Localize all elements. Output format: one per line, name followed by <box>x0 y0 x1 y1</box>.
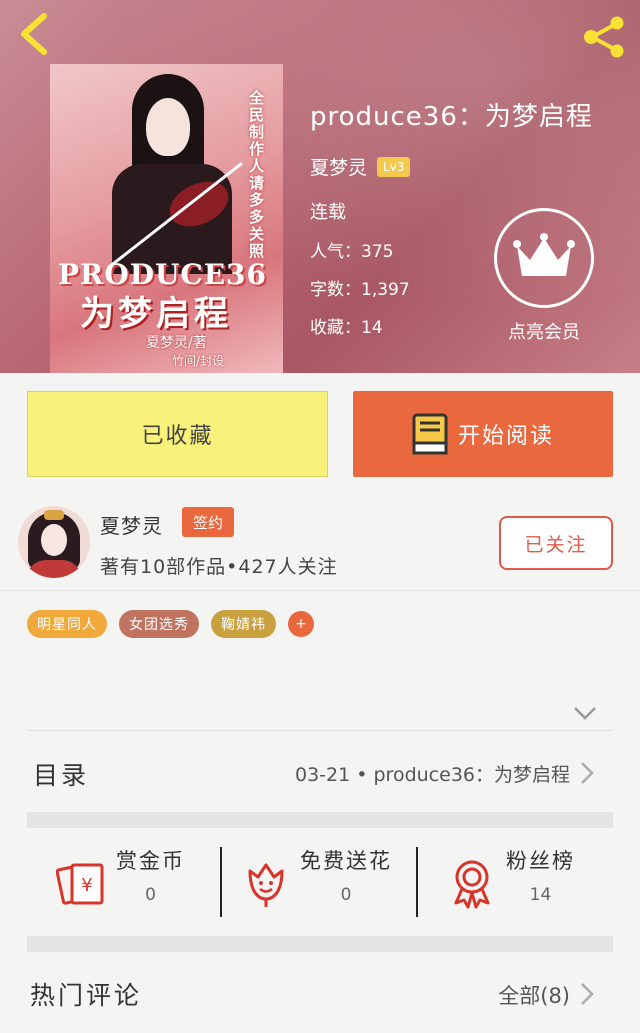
book-cover[interactable]: 全民制作人请多多关照 PRODUCE36 为梦启程 夏梦灵/著 竹间/封设 <box>50 64 283 373</box>
reward-value: 0 <box>145 885 156 905</box>
book-header: 全民制作人请多多关照 PRODUCE36 为梦启程 夏梦灵/著 竹间/封设 pr… <box>0 0 640 373</box>
signed-badge: 签约 <box>182 507 234 537</box>
author-avatar[interactable] <box>18 506 90 578</box>
book-author[interactable]: 夏梦灵 <box>310 153 367 180</box>
cover-author: 夏梦灵/著 <box>146 335 207 351</box>
fan-ranking-button[interactable]: 粉丝榜 14 <box>446 845 575 919</box>
free-flower-button[interactable]: 免费送花 0 <box>240 845 392 919</box>
divider <box>220 847 222 917</box>
red-envelope-icon: ¥ <box>56 863 104 905</box>
hot-comments-title: 热门评论 <box>30 981 143 1010</box>
vip-button[interactable]: 点亮会员 <box>492 208 596 344</box>
toc-label[interactable]: 目录 <box>33 756 89 792</box>
tag-item[interactable]: 鞠婧祎 <box>211 610 276 638</box>
author-meta: 著有10部作品•427人关注 <box>100 556 338 578</box>
flower-icon <box>248 863 284 907</box>
chevron-left-icon <box>21 13 47 55</box>
chevron-right-icon <box>581 983 594 1005</box>
toc-chevron[interactable] <box>580 760 594 786</box>
divider <box>416 847 418 917</box>
tag-item[interactable]: 明星同人 <box>27 610 107 638</box>
add-tag-button[interactable]: + <box>288 611 314 637</box>
book-author-row: 夏梦灵 Lv3 <box>310 153 593 180</box>
reward-coins-button[interactable]: ¥ 赏金币 0 <box>56 845 185 919</box>
reward-value: 0 <box>340 885 352 905</box>
reward-label: 赏金币 <box>116 849 185 873</box>
chevron-down-icon <box>574 707 596 720</box>
book-icon <box>412 413 448 455</box>
collected-label: 已收藏 <box>141 424 214 449</box>
cover-design: 竹间/封设 <box>172 354 225 368</box>
comments-chevron[interactable] <box>580 981 594 1007</box>
medal-icon <box>454 860 490 909</box>
level-badge: Lv3 <box>377 156 411 177</box>
tag-item[interactable]: 女团选秀 <box>119 610 199 638</box>
divider <box>27 730 613 731</box>
share-button[interactable] <box>580 16 628 58</box>
expand-button[interactable] <box>572 704 598 722</box>
collected-button[interactable]: 已收藏 <box>27 391 328 477</box>
section-separator <box>27 812 613 828</box>
svg-text:¥: ¥ <box>81 875 92 896</box>
back-button[interactable] <box>16 12 56 56</box>
follow-label: 已关注 <box>524 533 588 556</box>
tag-list: 明星同人 女团选秀 鞠婧祎 + <box>27 610 314 638</box>
chevron-right-icon <box>581 762 594 784</box>
start-reading-button[interactable]: 开始阅读 <box>353 391 613 477</box>
share-icon <box>584 16 624 58</box>
reward-label: 免费送花 <box>300 849 392 873</box>
divider <box>0 590 640 591</box>
all-comments-link[interactable]: 全部(8) <box>498 980 570 1010</box>
reward-label: 粉丝榜 <box>506 849 575 873</box>
section-separator <box>27 936 613 952</box>
follow-button[interactable]: 已关注 <box>499 516 613 570</box>
crown-icon <box>513 233 575 276</box>
start-reading-label: 开始阅读 <box>457 424 554 449</box>
toc-latest-chapter[interactable]: 03-21 • produce36：为梦启程 <box>295 760 570 787</box>
reward-value: 14 <box>529 885 552 905</box>
vip-label: 点亮会员 <box>508 322 580 343</box>
cover-title-cn: 为梦启程 <box>80 294 232 334</box>
book-title: produce36：为梦启程 <box>310 102 593 132</box>
author-name[interactable]: 夏梦灵 <box>100 510 163 539</box>
cover-side-text: 全民制作人请多多关照 <box>249 89 265 260</box>
